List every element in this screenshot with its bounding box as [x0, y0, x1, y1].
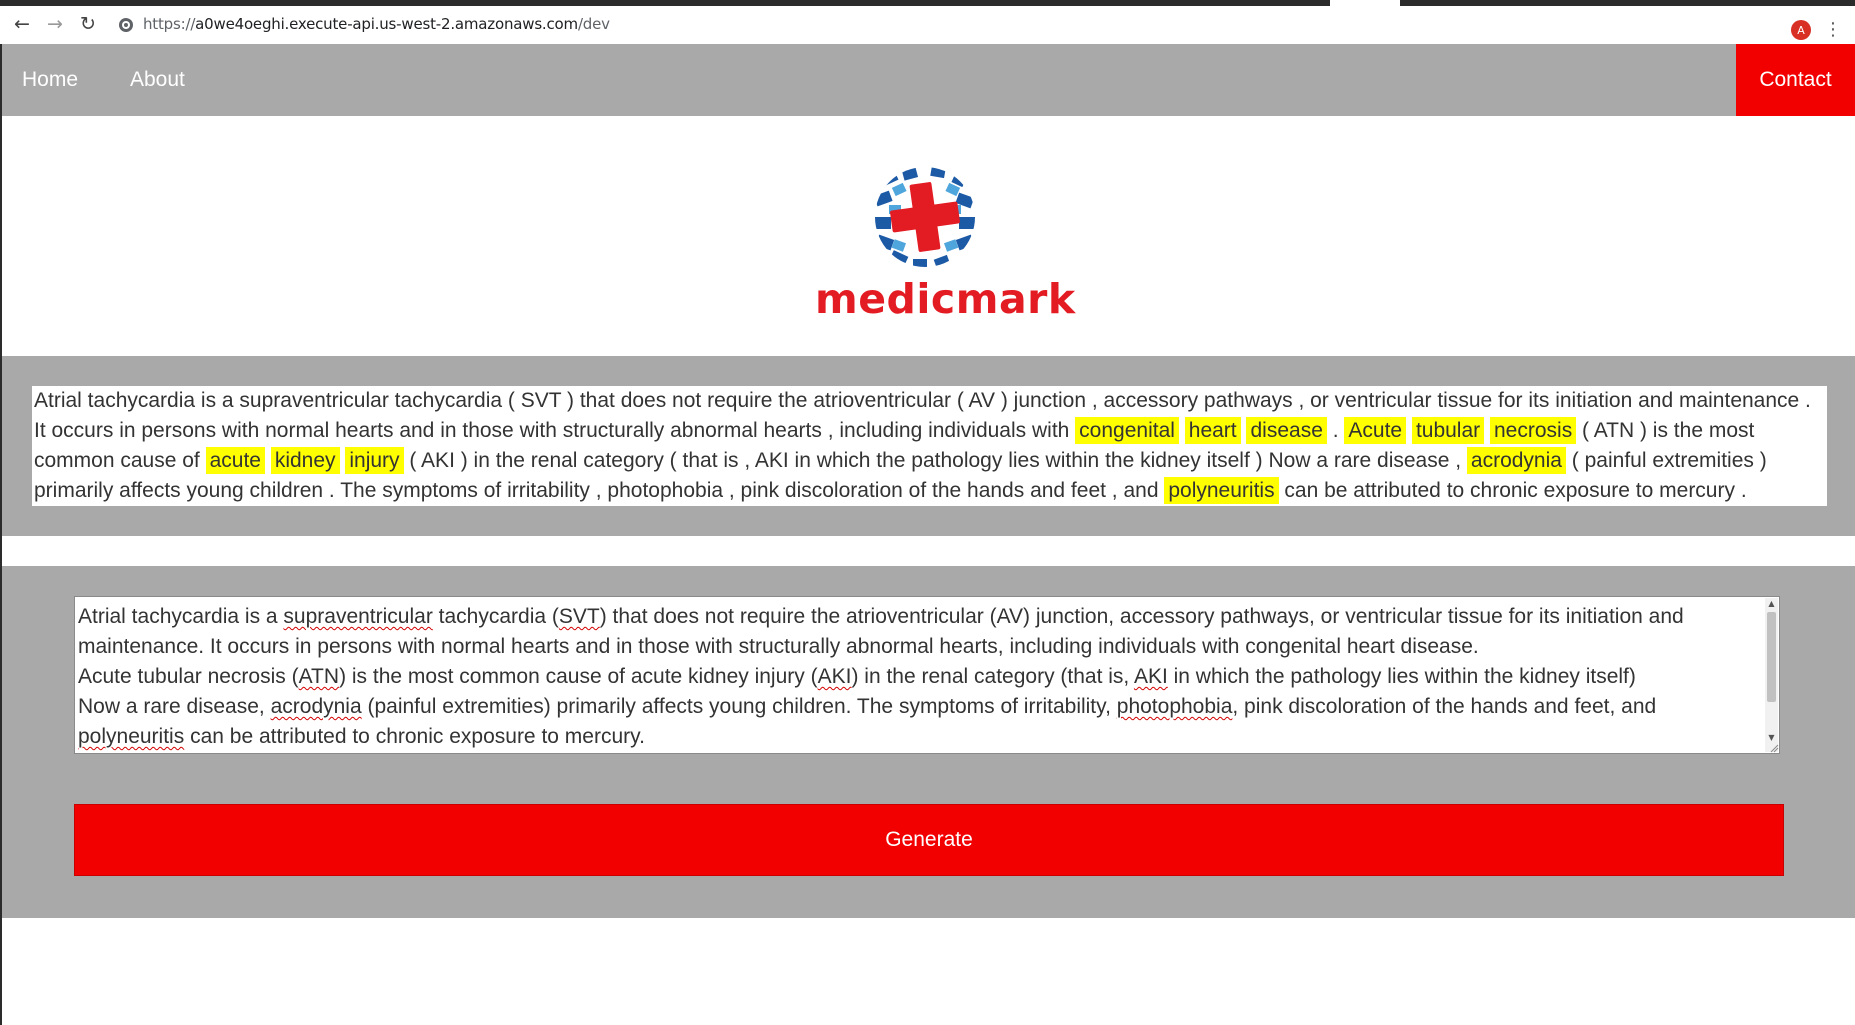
- forward-arrow-icon[interactable]: →: [42, 11, 68, 37]
- highlighted-term: tubular: [1411, 417, 1485, 444]
- highlighted-term: necrosis: [1490, 417, 1577, 444]
- spellcheck-flagged-word: ATN: [298, 665, 340, 688]
- spellcheck-flagged-word: AKI: [1133, 665, 1168, 688]
- annotated-text-segment: ( AKI ) in the renal category ( that is …: [403, 449, 1467, 472]
- profile-avatar[interactable]: A: [1791, 20, 1811, 40]
- annotated-text-segment: .: [1326, 419, 1345, 442]
- annotated-text-segment: [265, 449, 271, 472]
- spellcheck-flagged-word: AKI: [817, 665, 852, 688]
- textarea-line: Acute tubular necrosis (ATN) is the most…: [78, 662, 1755, 692]
- textarea-text-segment: Acute tubular necrosis (: [78, 665, 299, 688]
- spellcheck-flagged-word: supraventricular: [283, 605, 433, 628]
- url-host: a0we4oeghi.execute-api.us-west-2.amazona…: [195, 15, 578, 33]
- site-info-icon[interactable]: [118, 17, 134, 33]
- highlighted-term: disease: [1246, 417, 1327, 444]
- highlighted-term: acute: [205, 447, 265, 474]
- input-section: Atrial tachycardia is a supraventricular…: [2, 566, 1855, 918]
- url-scheme: https://: [143, 15, 196, 33]
- nav-contact-button[interactable]: Contact: [1736, 44, 1855, 116]
- input-textarea[interactable]: Atrial tachycardia is a supraventricular…: [74, 596, 1780, 754]
- textarea-content: Atrial tachycardia is a supraventricular…: [78, 602, 1755, 752]
- address-bar[interactable]: https://a0we4oeghi.execute-api.us-west-2…: [143, 15, 610, 33]
- browser-toolbar: ← → ↻ https://a0we4oeghi.execute-api.us-…: [0, 6, 1855, 45]
- textarea-text-segment: (painful extremities) primarily affects …: [361, 695, 1117, 718]
- generate-button[interactable]: Generate: [74, 804, 1784, 876]
- textarea-text-segment: , pink discoloration of the hands and fe…: [1232, 695, 1657, 718]
- annotated-text-segment: [1179, 419, 1185, 442]
- highlighted-term: Acute: [1344, 417, 1407, 444]
- nav-home-link[interactable]: Home: [22, 44, 78, 116]
- menu-kebab-icon[interactable]: ⋮: [1824, 18, 1842, 42]
- reload-icon[interactable]: ↻: [75, 11, 101, 37]
- textarea-text-segment: tachycardia (: [432, 605, 559, 628]
- annotated-text: Atrial tachycardia is a supraventricular…: [32, 386, 1827, 506]
- brand-logo: medicmark: [815, 165, 1076, 325]
- highlighted-term: kidney: [270, 447, 340, 474]
- annotated-section: Atrial tachycardia is a supraventricular…: [2, 356, 1855, 536]
- textarea-line: Atrial tachycardia is a supraventricular…: [78, 602, 1755, 662]
- textarea-text-segment: Atrial tachycardia is a: [78, 605, 284, 628]
- spellcheck-flagged-word: SVT: [558, 605, 600, 628]
- resize-grip-icon[interactable]: [1769, 743, 1779, 753]
- top-nav: Home About Contact: [2, 44, 1855, 116]
- highlighted-term: heart: [1184, 417, 1241, 444]
- textarea-text-segment: ) in the renal category (that is,: [851, 665, 1134, 688]
- spellcheck-flagged-word: acrodynia: [270, 695, 362, 718]
- highlighted-term: polyneuritis: [1164, 477, 1279, 504]
- spellcheck-flagged-word: photophobia: [1116, 695, 1233, 718]
- globe-cross-icon: [875, 167, 975, 267]
- textarea-text-segment: in which the pathology lies within the k…: [1167, 665, 1636, 688]
- spellcheck-flagged-word: polyneuritis: [78, 725, 185, 748]
- textarea-text-segment: Now a rare disease,: [78, 695, 271, 718]
- textarea-scrollbar[interactable]: ▲ ▼: [1765, 598, 1778, 752]
- scroll-thumb[interactable]: [1767, 612, 1776, 702]
- nav-about-link[interactable]: About: [130, 44, 185, 116]
- highlighted-term: acrodynia: [1466, 447, 1566, 474]
- url-path: /dev: [577, 15, 610, 33]
- highlighted-term: injury: [345, 447, 404, 474]
- highlighted-term: congenital: [1075, 417, 1179, 444]
- brand-name: medicmark: [815, 275, 1076, 323]
- back-arrow-icon[interactable]: ←: [9, 11, 35, 37]
- annotated-text-segment: can be attributed to chronic exposure to…: [1278, 479, 1747, 502]
- textarea-text-segment: can be attributed to chronic exposure to…: [184, 725, 645, 748]
- textarea-text-segment: ) is the most common cause of acute kidn…: [339, 665, 818, 688]
- scroll-up-arrow-icon[interactable]: ▲: [1765, 598, 1778, 610]
- textarea-line: Now a rare disease, acrodynia (painful e…: [78, 692, 1755, 752]
